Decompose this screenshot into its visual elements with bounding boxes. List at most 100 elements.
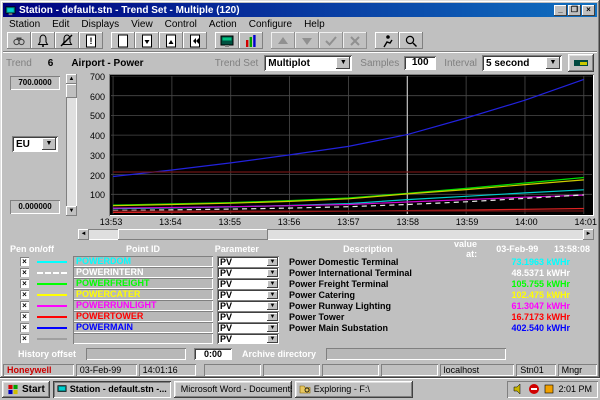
samples-input[interactable]: 100 — [404, 56, 436, 70]
chevron-down-icon[interactable]: ▼ — [267, 302, 278, 310]
raise-button[interactable] — [271, 32, 295, 49]
parameter-select[interactable]: PV▼ — [217, 289, 279, 300]
vertical-scroll-thumb[interactable] — [66, 84, 77, 98]
taskbar-clock[interactable]: 2:01 PM — [558, 384, 592, 394]
point-id-field[interactable]: POWERFREIGHT — [73, 278, 213, 289]
trend-tool-button[interactable] — [568, 54, 594, 72]
parameter-select[interactable]: PV▼ — [217, 333, 279, 344]
taskbar-task[interactable]: Station - default.stn -... — [53, 381, 171, 398]
parameter-select[interactable]: PV▼ — [217, 300, 279, 311]
y-axis-high-limit[interactable]: 700.0000 — [10, 76, 60, 90]
pen-table: ×POWERDOMPV▼Power Domestic Terminal73.19… — [4, 256, 596, 344]
pen-checkbox[interactable]: × — [20, 312, 29, 321]
menu-edit[interactable]: Edit — [46, 19, 75, 30]
parameter-select[interactable]: PV▼ — [217, 278, 279, 289]
find-button[interactable] — [7, 32, 31, 49]
menu-displays[interactable]: Displays — [75, 19, 125, 30]
y-axis-low-limit[interactable]: 0.000000 — [10, 200, 60, 214]
menu-control[interactable]: Control — [159, 19, 203, 30]
chevron-down-icon[interactable]: ▼ — [267, 269, 278, 277]
trend-plot[interactable] — [109, 74, 594, 216]
parameter-select[interactable]: PV▼ — [217, 267, 279, 278]
history-offset-value[interactable]: 0:00 — [194, 348, 232, 360]
chevron-down-icon[interactable]: ▼ — [546, 57, 560, 69]
chevron-down-icon[interactable]: ▼ — [267, 280, 278, 288]
chevron-down-icon[interactable]: ▼ — [42, 138, 56, 150]
point-id-field[interactable]: POWERTOWER — [73, 311, 213, 322]
horizontal-scroll-thumb[interactable] — [118, 229, 268, 240]
parameter-select[interactable]: PV▼ — [217, 256, 279, 267]
menu-configure[interactable]: Configure — [243, 19, 298, 30]
alarm-bell-button[interactable] — [31, 32, 55, 49]
pen-checkbox[interactable]: × — [20, 268, 29, 277]
chevron-down-icon[interactable]: ▼ — [336, 57, 350, 69]
point-id-field[interactable]: POWERMAIN — [73, 322, 213, 333]
alarm-ack-button[interactable] — [55, 32, 79, 49]
menu-station[interactable]: Station — [3, 19, 46, 30]
find-icon — [12, 34, 26, 48]
status-station: Stn01 — [516, 364, 555, 376]
taskbar-task[interactable]: WMicrosoft Word - Document5 — [174, 381, 292, 398]
maximize-button[interactable]: ❐ — [568, 5, 581, 16]
horizontal-scrollbar[interactable]: ◄ ► — [78, 229, 594, 240]
zoom-button[interactable] — [399, 32, 423, 49]
volume-icon[interactable] — [513, 383, 525, 395]
alarm-page-button[interactable]: ! — [79, 32, 103, 49]
menu-action[interactable]: Action — [203, 19, 243, 30]
point-id-field[interactable]: POWERRUNLIGHT — [73, 300, 213, 311]
archive-directory-field[interactable] — [326, 348, 506, 360]
windows-logo-icon — [7, 384, 19, 395]
pen-checkbox[interactable]: × — [20, 334, 29, 343]
menu-help[interactable]: Help — [298, 19, 331, 30]
point-id-field[interactable]: POWERCATER — [73, 289, 213, 300]
eu-select[interactable]: EU ▼ — [12, 136, 58, 152]
pen-checkbox[interactable]: × — [20, 323, 29, 332]
interval-select[interactable]: 5 second ▼ — [482, 55, 562, 71]
pen-checkbox[interactable]: × — [20, 290, 29, 299]
lower-button[interactable] — [295, 32, 319, 49]
page-up-button[interactable] — [159, 32, 183, 49]
operator-button[interactable] — [375, 32, 399, 49]
pen-checkbox[interactable]: × — [20, 257, 29, 266]
trend-button[interactable] — [239, 32, 263, 49]
chevron-down-icon[interactable]: ▼ — [267, 335, 278, 343]
parameter-value: PV — [217, 279, 267, 289]
taskbar-task[interactable]: Exploring - F:\ — [295, 381, 413, 398]
page-down-button[interactable] — [135, 32, 159, 49]
task-buttons: Station - default.stn -...WMicrosoft Wor… — [50, 381, 413, 398]
pen-checkbox[interactable]: × — [20, 301, 29, 310]
tray-app-icon[interactable] — [528, 383, 540, 395]
menu-view[interactable]: View — [125, 19, 159, 30]
tray-status-icon[interactable] — [543, 383, 555, 395]
point-description: Power Freight Terminal — [289, 279, 471, 289]
parameter-select[interactable]: PV▼ — [217, 322, 279, 333]
start-button[interactable]: Start — [2, 381, 50, 398]
parameter-select[interactable]: PV▼ — [217, 311, 279, 322]
point-value: 102.475 kWHr — [471, 290, 596, 300]
page-back-button[interactable] — [183, 32, 207, 49]
minimize-button[interactable]: _ — [554, 5, 567, 16]
trend-set-select[interactable]: Multiplot ▼ — [264, 55, 352, 71]
header-pen: Pen on/off — [4, 244, 71, 254]
vertical-scrollbar[interactable]: ▲ ▼ — [66, 74, 77, 216]
history-offset-field[interactable] — [86, 348, 186, 360]
page-button[interactable] — [111, 32, 135, 49]
close-button[interactable]: × — [582, 5, 595, 16]
chevron-down-icon[interactable]: ▼ — [267, 313, 278, 321]
point-id-field[interactable]: POWERDOM — [73, 256, 213, 267]
cancel-button[interactable] — [343, 32, 367, 49]
scroll-right-icon[interactable]: ► — [583, 229, 594, 240]
point-id-field[interactable] — [73, 333, 213, 344]
scroll-left-icon[interactable]: ◄ — [78, 229, 89, 240]
chevron-down-icon[interactable]: ▼ — [267, 258, 278, 266]
accept-button[interactable] — [319, 32, 343, 49]
trend-set-label: Trend Set — [215, 58, 259, 69]
status-empty-cell — [381, 364, 438, 376]
pen-checkbox[interactable]: × — [20, 279, 29, 288]
chevron-down-icon[interactable]: ▼ — [267, 324, 278, 332]
display-button[interactable] — [215, 32, 239, 49]
scroll-down-icon[interactable]: ▼ — [66, 206, 77, 216]
point-id-field[interactable]: POWERINTERN — [73, 267, 213, 278]
chevron-down-icon[interactable]: ▼ — [267, 291, 278, 299]
scroll-up-icon[interactable]: ▲ — [66, 74, 77, 84]
